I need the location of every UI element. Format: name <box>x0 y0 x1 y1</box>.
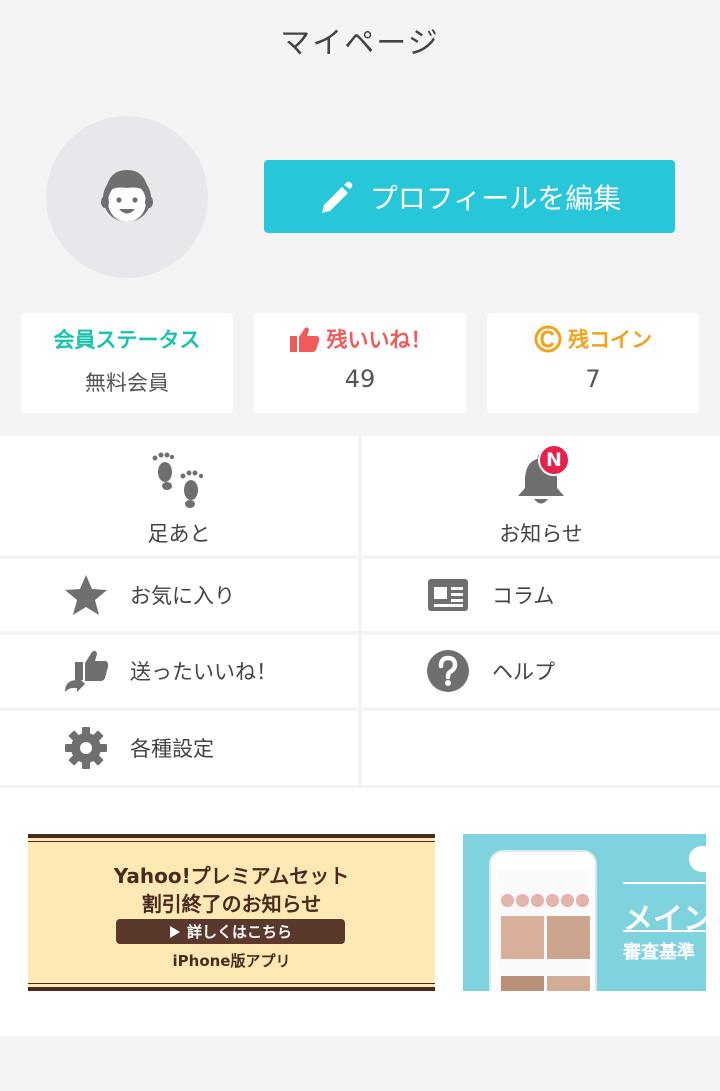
banner-divider <box>623 930 706 932</box>
coin-icon <box>534 325 562 353</box>
menu-empty-cell <box>362 711 720 785</box>
newspaper-icon <box>428 579 468 611</box>
menu-column[interactable]: コラム <box>362 559 720 631</box>
phone-mockup <box>489 850 597 991</box>
yahoo-banner-button-label: 詳しくはこちら <box>186 923 292 941</box>
menu-sent-likes[interactable]: 送ったいいね！ <box>0 635 358 707</box>
person-avatar-icon <box>101 170 153 222</box>
menu-sent-likes-label: 送ったいいね！ <box>130 660 277 684</box>
main-screening-banner[interactable]: メイン 審査基準 <box>463 834 706 991</box>
star-icon-wrap <box>62 571 110 619</box>
help-icon <box>427 650 469 692</box>
thumbs-up-send-icon <box>65 650 109 692</box>
thumbs-up-icon <box>289 327 319 352</box>
speech-bubble-shape <box>689 846 706 872</box>
banner-area: Yahoo!プレミアムセット 割引終了のお知らせ 詳しくはこちら iPhone版… <box>0 788 720 1036</box>
yahoo-banner-line3: iPhone版アプリ <box>172 952 291 970</box>
page-title: マイページ <box>280 26 440 61</box>
main-banner-subtitle: 審査基準 <box>623 942 695 963</box>
menu-help-label: ヘルプ <box>492 660 555 684</box>
menu-settings[interactable]: 各種設定 <box>0 711 358 785</box>
gear-icon <box>65 727 107 769</box>
yahoo-banner-details-button[interactable]: 詳しくはこちら <box>116 919 345 944</box>
menu-footprints[interactable]: 足あと <box>0 436 358 555</box>
newspaper-icon-wrap <box>424 571 472 619</box>
phone-screen <box>497 870 590 991</box>
yahoo-banner-line2: 割引終了のお知らせ <box>141 892 322 916</box>
menu-settings-label: 各種設定 <box>130 737 214 761</box>
menu-notices-label: お知らせ <box>499 522 583 546</box>
yahoo-premium-banner[interactable]: Yahoo!プレミアムセット 割引終了のお知らせ 詳しくはこちら iPhone版… <box>28 834 435 991</box>
notification-badge: N <box>538 444 570 476</box>
remaining-likes-value: 49 <box>344 365 376 393</box>
play-triangle-icon <box>169 925 180 938</box>
help-icon-wrap <box>424 647 472 695</box>
edit-profile-button[interactable]: プロフィールを編集 <box>264 160 675 233</box>
phone-photo <box>501 976 544 991</box>
phone-photo <box>547 976 590 991</box>
remaining-likes-title: 残いいね！ <box>326 328 432 352</box>
bell-icon-wrap: N <box>512 444 570 512</box>
remaining-coins-title: 残コイン <box>568 328 652 352</box>
menu-favorites-label: お気に入り <box>130 584 235 608</box>
menu-notices[interactable]: N お知らせ <box>362 436 720 555</box>
pencil-icon <box>321 181 353 213</box>
member-status-title: 会員ステータス <box>53 328 201 352</box>
remaining-likes-card[interactable]: 残いいね！ 49 <box>254 313 466 413</box>
phone-avatar-row <box>501 894 589 907</box>
avatar[interactable] <box>46 116 208 278</box>
thumbs-up-send-icon-wrap <box>62 647 110 695</box>
menu-help[interactable]: ヘルプ <box>362 635 720 707</box>
remaining-coins-title-row: 残コイン <box>534 323 652 355</box>
menu-favorites[interactable]: お気に入り <box>0 559 358 631</box>
footprints-icon <box>152 452 204 508</box>
member-status-card[interactable]: 会員ステータス 無料会員 <box>21 313 233 413</box>
menu-footprints-label: 足あと <box>147 522 211 546</box>
phone-photo <box>501 916 544 959</box>
gear-icon-wrap <box>62 724 110 772</box>
banner-divider <box>623 882 706 884</box>
footprints-icon-wrap <box>149 450 209 512</box>
member-status-value: 無料会員 <box>85 371 169 395</box>
menu-column-label: コラム <box>492 584 555 608</box>
page-header: マイページ <box>0 0 720 80</box>
remaining-likes-title-row: 残いいね！ <box>289 323 432 355</box>
remaining-coins-card[interactable]: 残コイン 7 <box>487 313 699 413</box>
remaining-coins-value: 7 <box>585 365 601 393</box>
yahoo-banner-line1: Yahoo!プレミアムセット <box>113 864 350 888</box>
edit-profile-label: プロフィールを編集 <box>369 181 622 215</box>
phone-photo <box>547 916 590 959</box>
star-icon <box>65 575 107 615</box>
